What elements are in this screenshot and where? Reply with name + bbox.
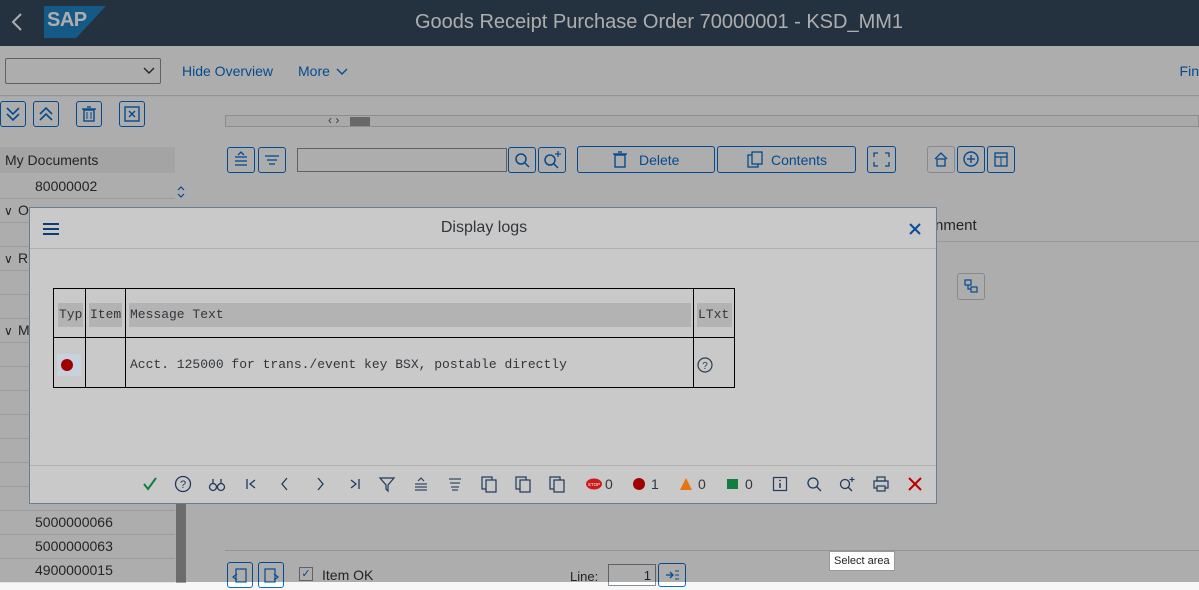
- stop-count: 0: [605, 476, 613, 492]
- long-text-help-icon[interactable]: ?: [697, 357, 713, 373]
- error-count: 1: [651, 476, 659, 492]
- confirm-check-icon[interactable]: [141, 475, 159, 493]
- last-page-icon[interactable]: [345, 475, 363, 493]
- copy-icon[interactable]: [480, 475, 498, 493]
- column-header-ltxt[interactable]: LTxt: [697, 303, 732, 327]
- help-icon[interactable]: ?: [174, 475, 192, 493]
- warning-count: 0: [698, 476, 706, 492]
- first-page-icon[interactable]: [243, 475, 261, 493]
- column-header-message[interactable]: Message Text: [129, 303, 691, 327]
- warning-icon[interactable]: [677, 475, 695, 493]
- print-icon[interactable]: [872, 475, 890, 493]
- error-icon[interactable]: [630, 475, 648, 493]
- binoculars-icon[interactable]: [208, 475, 226, 493]
- search-next-icon[interactable]: [838, 475, 856, 493]
- error-light-icon: [61, 359, 73, 371]
- svg-text:?: ?: [180, 479, 186, 491]
- previous-page-icon[interactable]: [276, 475, 294, 493]
- dialog-title: Display logs: [440, 219, 528, 236]
- message-text-cell[interactable]: Acct. 125000 for trans./event key BSX, p…: [130, 357, 567, 372]
- svg-text:?: ?: [702, 361, 708, 372]
- layout-icon[interactable]: [548, 475, 566, 493]
- close-icon[interactable]: [907, 221, 923, 237]
- column-divider: [85, 289, 86, 387]
- stop-icon[interactable]: STOP: [583, 475, 605, 493]
- sort-descending-icon[interactable]: [446, 475, 464, 493]
- log-table: Typ Item Message Text LTxt Acct. 125000 …: [53, 288, 735, 388]
- export-icon[interactable]: [514, 475, 532, 493]
- filter-icon[interactable]: [378, 475, 396, 493]
- dialog-header-divider: [30, 248, 936, 249]
- sort-ascending-icon[interactable]: [412, 475, 430, 493]
- message-type-cell[interactable]: [57, 354, 81, 376]
- cancel-icon[interactable]: [906, 475, 924, 493]
- svg-text:STOP: STOP: [588, 482, 600, 487]
- column-divider: [125, 289, 126, 387]
- column-divider: [693, 289, 694, 387]
- success-count: 0: [745, 476, 753, 492]
- column-header-typ[interactable]: Typ: [58, 303, 83, 327]
- next-page-icon[interactable]: [311, 475, 329, 493]
- dialog-footer-divider: [30, 465, 936, 466]
- display-logs-dialog: Display logs Typ Item Message Text LTxt …: [29, 207, 937, 504]
- column-header-item[interactable]: Item: [89, 303, 122, 327]
- tooltip: Select area: [829, 551, 895, 571]
- info-icon[interactable]: [771, 475, 789, 493]
- success-icon[interactable]: [724, 475, 742, 493]
- search-icon[interactable]: [805, 475, 823, 493]
